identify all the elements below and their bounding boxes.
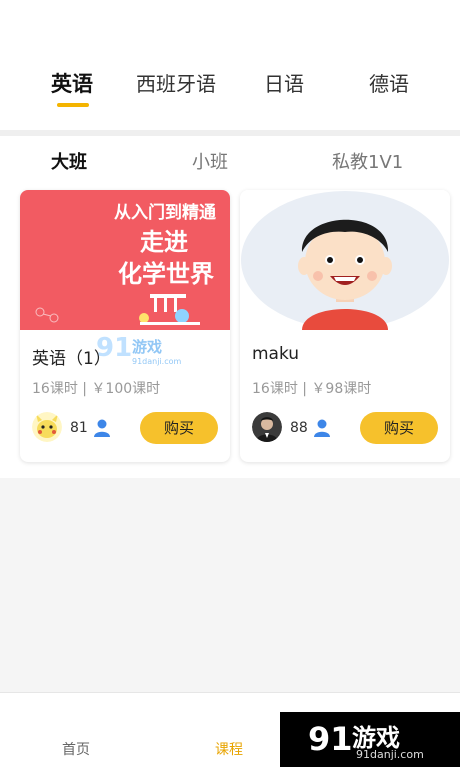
class-type-tabs: 大班 小班 私教1V1 <box>0 136 460 186</box>
course-banner-image <box>240 190 450 330</box>
language-tabs: 英语 西班牙语 日语 德语 <box>0 68 460 108</box>
nav-courses[interactable]: 课程 <box>215 739 243 759</box>
banner-line-1: 从入门到精通 <box>114 202 216 223</box>
watermark-logo: 91 <box>308 720 352 758</box>
tab-small-class[interactable]: 小班 <box>192 148 228 174</box>
tab-japanese[interactable]: 日语 <box>229 68 339 97</box>
course-list: 从入门到精通 走进 化学世界 英语（1） 16课时 | ￥100课时 81 购买… <box>0 186 460 478</box>
active-tab-indicator <box>57 103 89 107</box>
tab-german[interactable]: 德语 <box>334 68 444 97</box>
nav-home[interactable]: 首页 <box>62 739 90 759</box>
watermark-url: 91danji.com <box>356 748 424 761</box>
student-count: 81 <box>70 420 88 436</box>
watermark-overlay-text: 游戏 <box>132 338 162 356</box>
student-count: 88 <box>290 420 308 436</box>
pikachu-avatar <box>32 412 62 442</box>
watermark-overlay: 91 游戏 91danji.com <box>96 333 182 366</box>
tab-spanish[interactable]: 西班牙语 <box>121 68 231 97</box>
tab-english[interactable]: 英语 <box>17 68 127 98</box>
course-title: maku <box>252 344 300 364</box>
buy-button[interactable]: 购买 <box>360 412 438 444</box>
portrait-avatar <box>252 412 282 442</box>
tab-large-class[interactable]: 大班 <box>51 148 87 174</box>
svg-text:91: 91 <box>96 333 132 363</box>
banner-line-3: 化学世界 <box>118 260 214 288</box>
banner-line-2: 走进 <box>140 228 188 256</box>
course-banner-image: 从入门到精通 走进 化学世界 <box>20 190 230 330</box>
buy-button[interactable]: 购买 <box>140 412 218 444</box>
person-icon <box>94 419 110 437</box>
course-meta: 16课时 | ￥98课时 <box>252 381 372 397</box>
tab-private-1v1[interactable]: 私教1V1 <box>332 148 403 174</box>
person-icon <box>314 419 330 437</box>
course-card[interactable]: maku 16课时 | ￥98课时 88 购买 <box>240 190 450 462</box>
svg-text:91danji.com: 91danji.com <box>132 357 182 366</box>
course-card[interactable]: 从入门到精通 走进 化学世界 英语（1） 16课时 | ￥100课时 81 购买 <box>20 190 230 462</box>
course-meta: 16课时 | ￥100课时 <box>32 381 161 397</box>
header: 英语 西班牙语 日语 德语 <box>0 0 460 132</box>
svg-text:91: 91 <box>308 720 352 758</box>
